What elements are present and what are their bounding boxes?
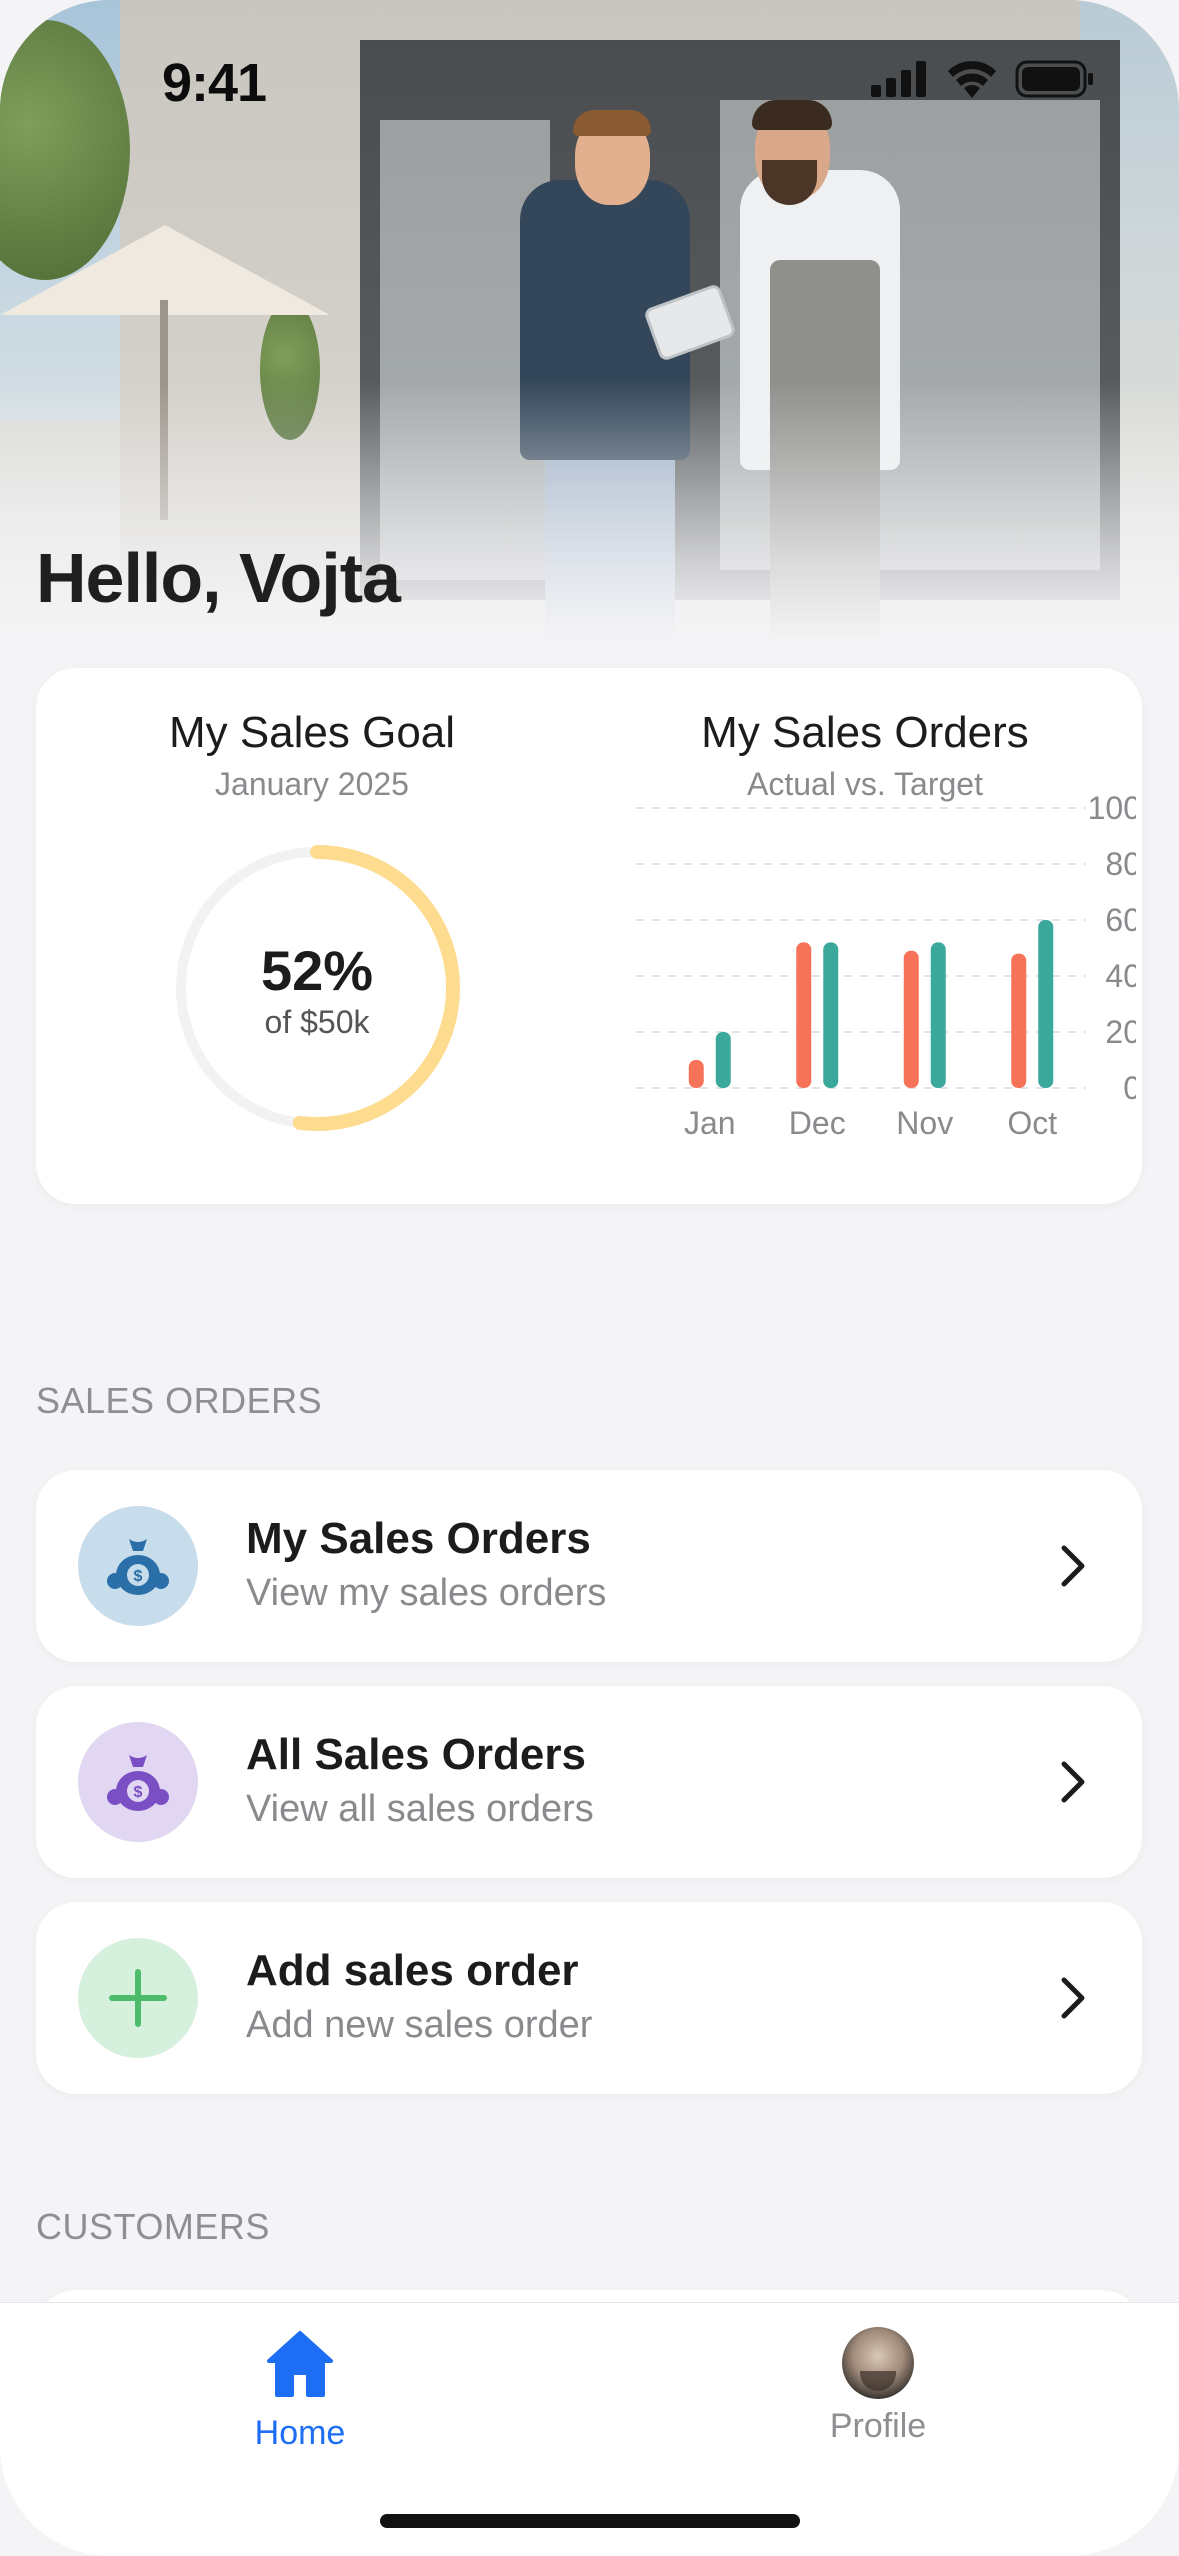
row-title: My Sales Orders (246, 1514, 591, 1563)
sales-goal-percent: 52% (260, 939, 374, 1002)
home-indicator (380, 2514, 800, 2528)
row-icon-bg: $ (78, 1722, 198, 1842)
chart-bar (930, 942, 946, 1088)
avatar (842, 2327, 914, 2399)
plus-icon (109, 1969, 167, 2027)
money-bag-icon: $ (107, 1539, 169, 1595)
my-sales-orders-row[interactable]: $ My Sales Orders View my sales orders (36, 1470, 1142, 1662)
money-bag-icon: $ (107, 1755, 169, 1811)
section-label-sales-orders: SALES ORDERS (36, 1380, 323, 1421)
chevron-right-icon (1061, 1977, 1085, 2019)
tab-home[interactable]: Home (150, 2327, 450, 2453)
cellular-signal-icon (871, 61, 926, 97)
status-time: 9:41 (162, 53, 267, 113)
sales-goal-target: of $50k (264, 1004, 370, 1040)
row-icon-bg: $ (78, 1506, 198, 1626)
app-screen: 9:41 Hello, Vojta My Sales Goal January … (0, 0, 1179, 2556)
row-icon-bg (78, 1938, 198, 2058)
wifi-icon (948, 61, 996, 98)
row-subtitle: View all sales orders (246, 1788, 594, 1830)
tab-profile-label: Profile (829, 2407, 927, 2445)
battery-icon (1015, 60, 1093, 98)
chart-bar (1011, 953, 1027, 1088)
chart-bar (823, 942, 839, 1088)
chevron-right-icon (1061, 1545, 1085, 1587)
y-tick-label: 80 (1105, 846, 1136, 882)
section-label-customers: CUSTOMERS (36, 2206, 270, 2247)
chart-bar (688, 1060, 704, 1088)
status-icons (871, 60, 1095, 98)
svg-text:$: $ (134, 1784, 143, 1801)
row-subtitle: Add new sales order (246, 2004, 593, 2046)
row-subtitle: View my sales orders (246, 1572, 607, 1614)
row-title: Add sales order (246, 1946, 579, 1995)
x-tick-label: Jan (684, 1105, 736, 1141)
chart-bar (903, 950, 919, 1088)
chart-bar (796, 942, 812, 1088)
svg-text:$: $ (134, 1568, 143, 1585)
chevron-right-icon (1061, 1761, 1085, 1803)
greeting-title: Hello, Vojta (36, 539, 401, 617)
y-tick-label: 100 (1088, 790, 1136, 826)
chart-bar (715, 1032, 731, 1088)
sales-orders-chart: 100 80 60 40 20 0 Jan Dec Nov Oct (636, 790, 1136, 1141)
tab-profile[interactable]: Profile (728, 2327, 1028, 2446)
add-sales-order-row[interactable]: Add sales order Add new sales order (36, 1902, 1142, 2094)
sales-goal-period: January 2025 (215, 766, 409, 802)
x-tick-label: Dec (789, 1105, 846, 1141)
x-tick-label: Oct (1007, 1105, 1057, 1141)
y-tick-label: 20 (1105, 1014, 1136, 1050)
sales-orders-chart-title: My Sales Orders (701, 708, 1029, 757)
y-tick-label: 40 (1105, 958, 1136, 994)
tab-home-label: Home (254, 2414, 346, 2452)
chart-bar (1038, 920, 1054, 1088)
row-title: All Sales Orders (246, 1730, 586, 1779)
stats-card: My Sales Goal January 2025 52% of $50k M… (36, 668, 1142, 1204)
y-tick-label: 60 (1105, 902, 1136, 938)
all-sales-orders-row[interactable]: $ All Sales Orders View all sales orders (36, 1686, 1142, 1878)
home-icon (267, 2331, 333, 2397)
sales-goal-title: My Sales Goal (168, 708, 456, 757)
y-tick-label: 0 (1123, 1070, 1136, 1106)
x-tick-label: Nov (896, 1105, 953, 1141)
